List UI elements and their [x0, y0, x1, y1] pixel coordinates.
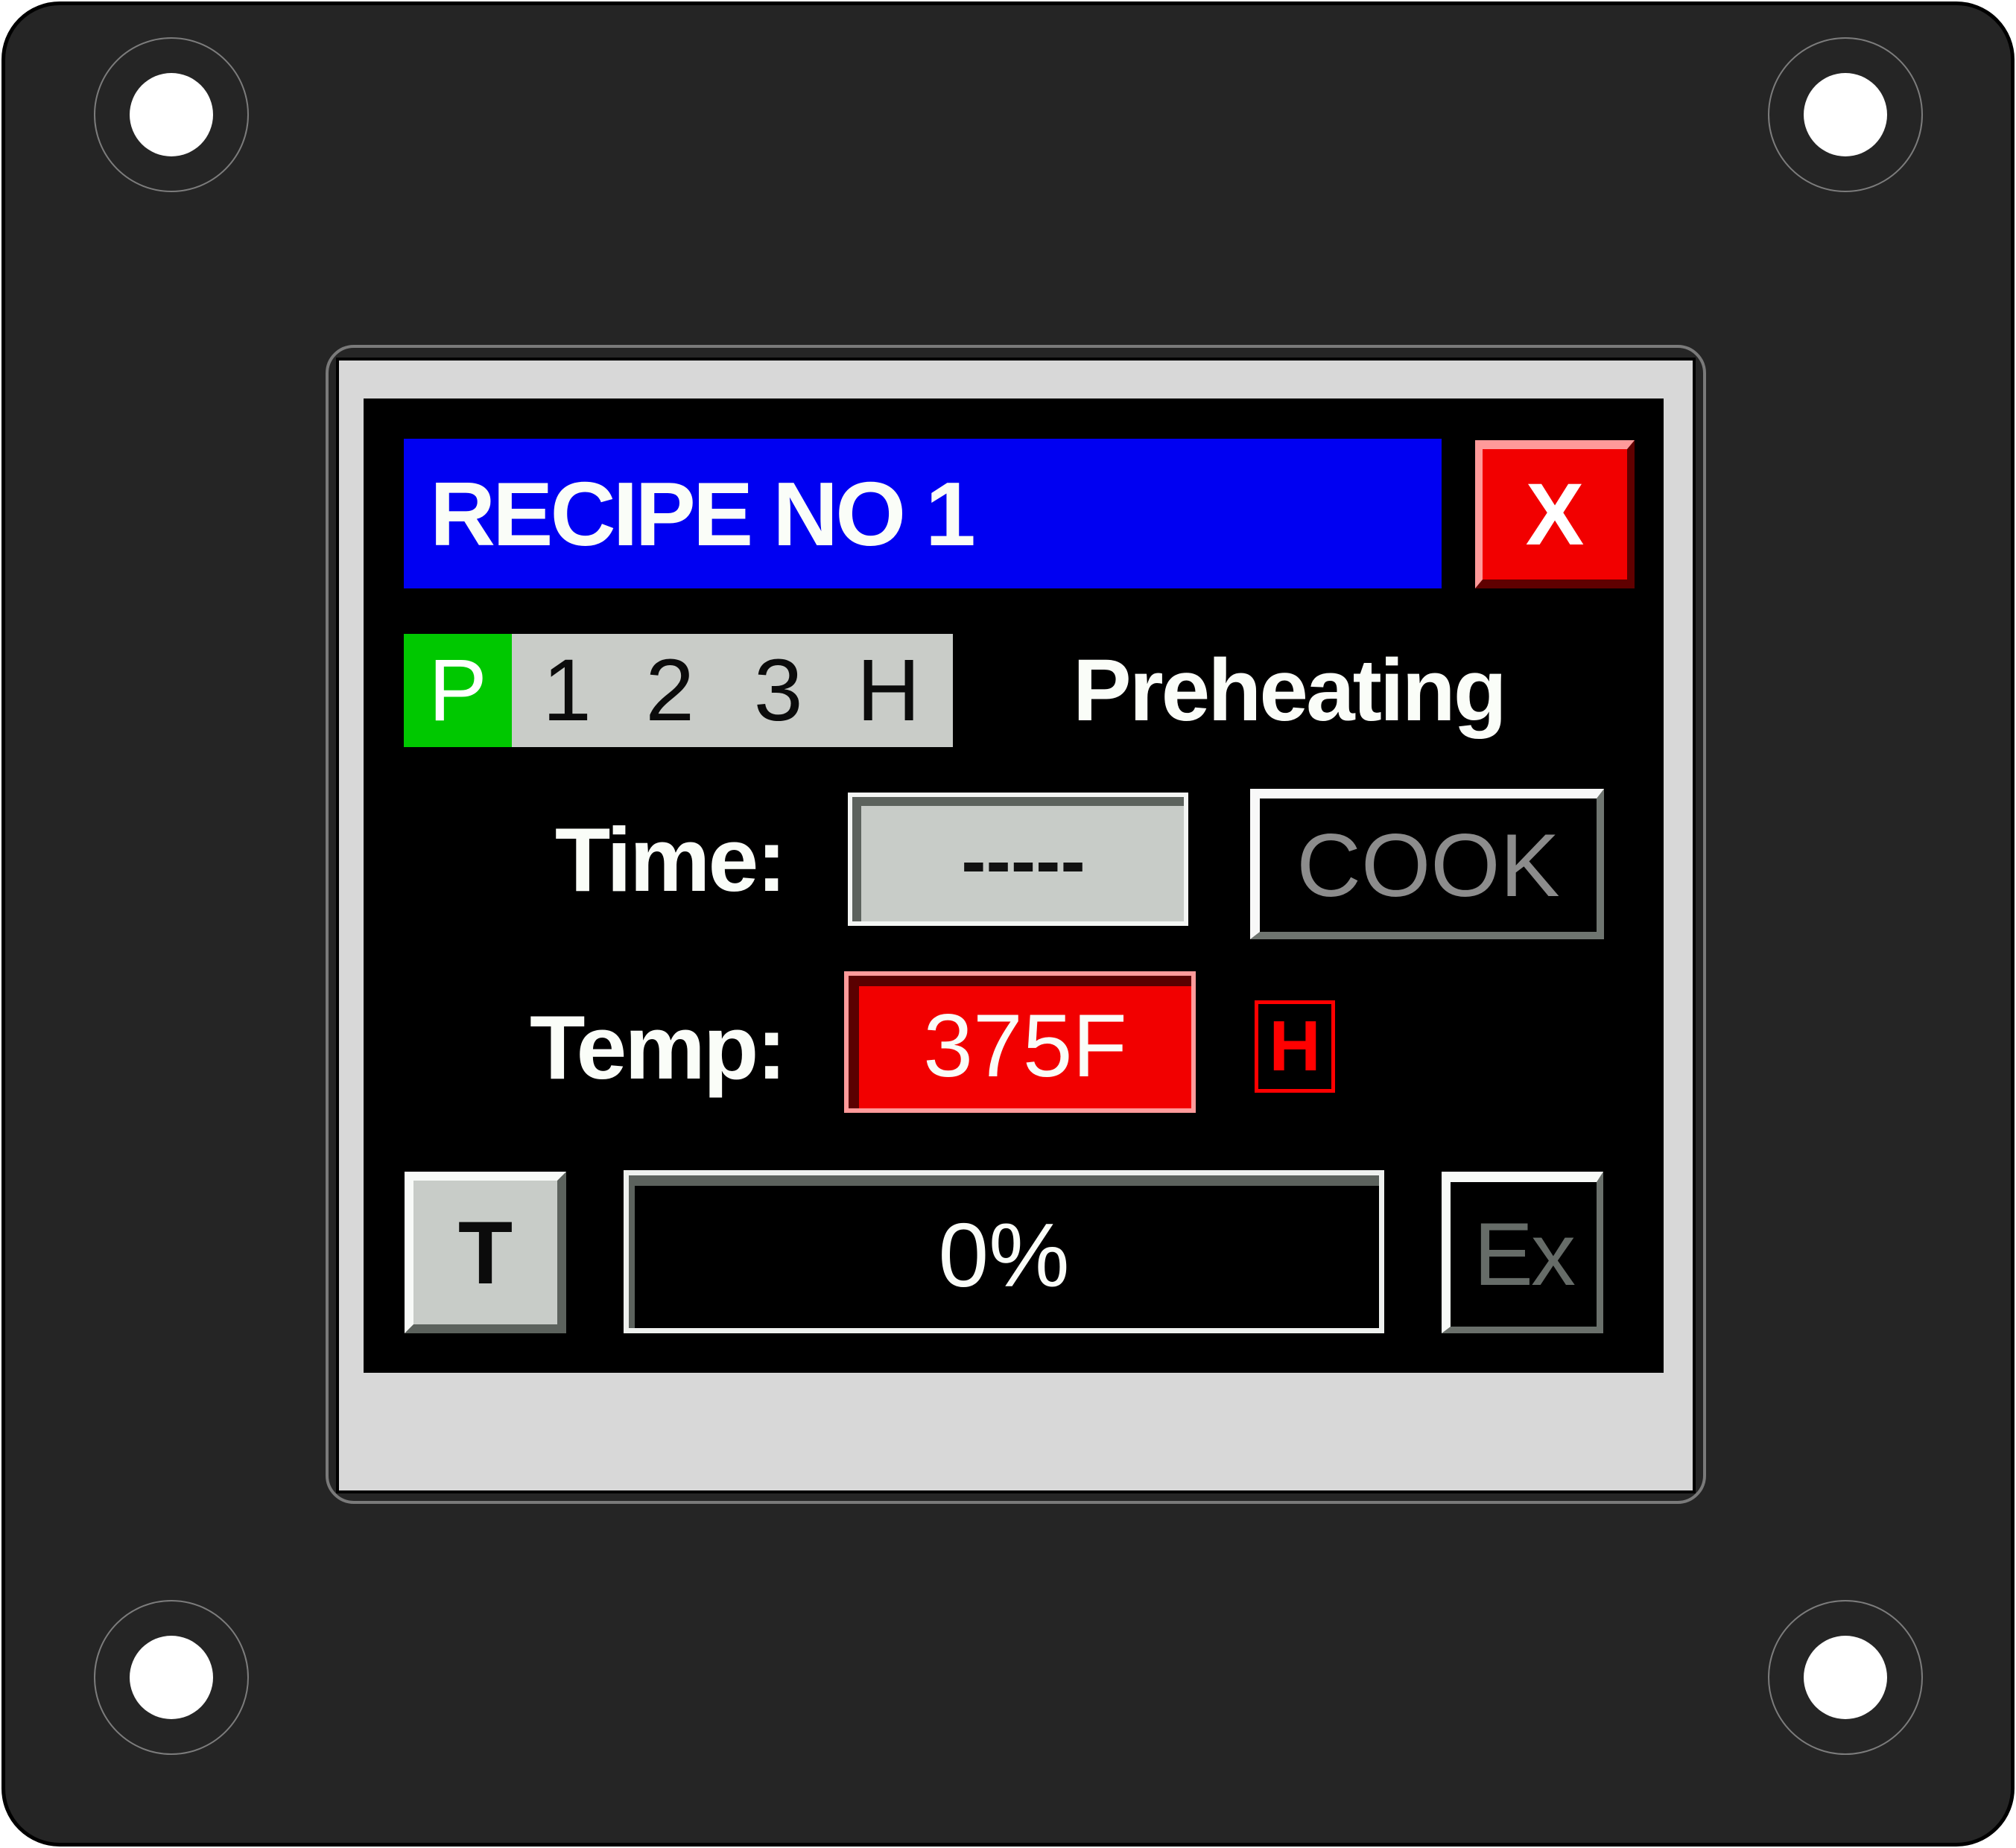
stage-1: 1 [542, 641, 592, 740]
mounting-hole-bottom-right-icon [1804, 1636, 1887, 1719]
mounting-hole-bottom-left-icon [130, 1636, 213, 1719]
progress-bar: 0% [624, 1170, 1384, 1333]
mounting-hole-top-right-icon [1804, 73, 1887, 156]
stage-p: P [404, 634, 512, 747]
stage-h: H [856, 641, 921, 740]
close-button[interactable]: X [1475, 440, 1635, 588]
cook-button[interactable]: COOK [1250, 789, 1604, 939]
temp-field[interactable]: 375F [844, 971, 1196, 1113]
stage-2: 2 [645, 641, 694, 740]
t-button[interactable]: T [405, 1172, 566, 1333]
stage-indicator-strip: P 1 2 3 H [404, 634, 953, 747]
stage-3: 3 [753, 641, 803, 740]
status-text: Preheating [1073, 641, 1507, 740]
mounting-hole-top-left-icon [130, 73, 213, 156]
heater-on-indicator: H [1255, 1000, 1335, 1093]
time-field[interactable]: ----- [848, 793, 1188, 926]
exit-button[interactable]: Ex [1442, 1172, 1603, 1333]
recipe-title: RECIPE NO 1 [404, 439, 1442, 588]
time-label: Time: [554, 809, 787, 910]
temp-label: Temp: [530, 997, 787, 1098]
progress-text: 0% [938, 1204, 1070, 1306]
